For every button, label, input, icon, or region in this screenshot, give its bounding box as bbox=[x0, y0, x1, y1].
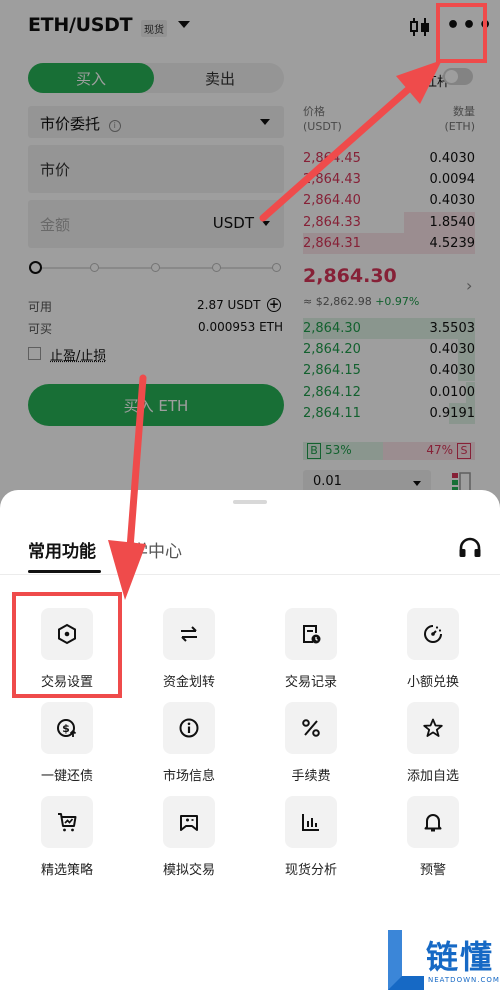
watermark-l-icon bbox=[388, 930, 424, 990]
annotation-arrow-1-shaft bbox=[259, 82, 416, 222]
annotation-arrows bbox=[108, 60, 442, 600]
annotation-arrow-2-shaft bbox=[126, 374, 147, 552]
watermark-logo: 链懂 NEATDOWN.COM bbox=[386, 928, 499, 992]
watermark-domain: NEATDOWN.COM bbox=[428, 976, 500, 984]
watermark-brand: 链懂 bbox=[426, 938, 495, 976]
annotation-arrow-2-head bbox=[108, 540, 146, 600]
